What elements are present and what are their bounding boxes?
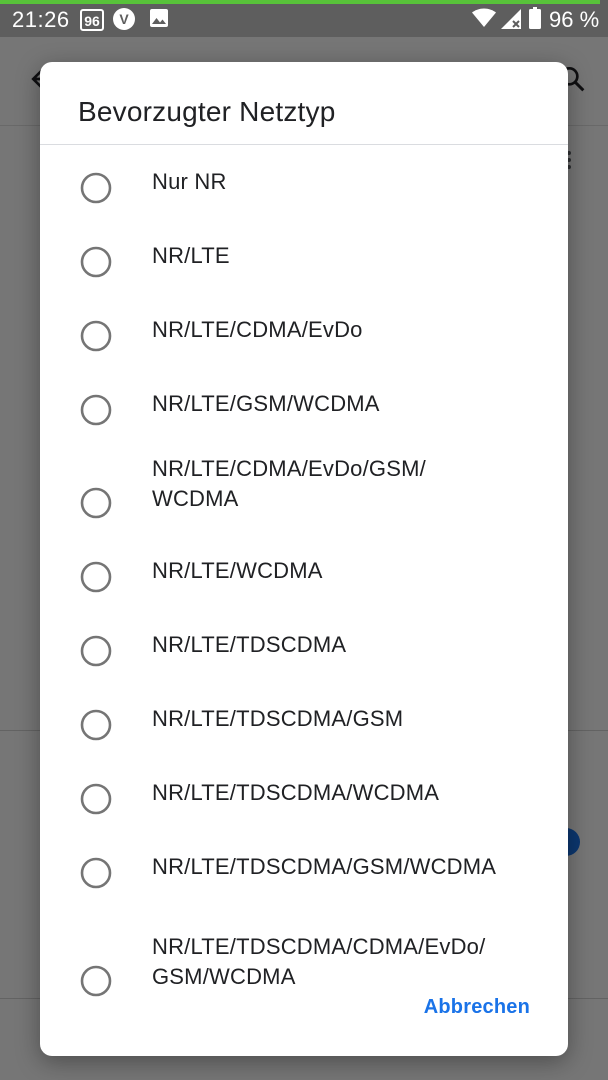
option-label: NR/LTE/CDMA/EvDo/GSM/ WCDMA: [152, 456, 426, 511]
network-option-nr-lte-gsm-wcdma[interactable]: NR/LTE/GSM/WCDMA: [40, 367, 568, 441]
radio-unchecked-icon[interactable]: [80, 394, 112, 426]
radio-unchecked-icon[interactable]: [80, 561, 112, 593]
status-progress-bar: [0, 0, 600, 4]
option-label: NR/LTE/TDSCDMA/CDMA/EvDo/ GSM/WCDMA: [152, 934, 486, 989]
status-bar: 21:26 96 V 96 %: [0, 0, 608, 37]
radio-unchecked-icon[interactable]: [80, 857, 112, 889]
network-option-nr-lte-tdscdma-gsm-wcdma[interactable]: NR/LTE/TDSCDMA/GSM/WCDMA: [40, 837, 568, 911]
wifi-icon: [472, 8, 496, 28]
radio-unchecked-icon[interactable]: [80, 246, 112, 278]
network-option-nr-lte-cdma-evdo[interactable]: NR/LTE/CDMA/EvDo: [40, 293, 568, 367]
network-option-nur-nr[interactable]: Nur NR: [40, 145, 568, 219]
option-label: NR/LTE/TDSCDMA: [152, 632, 347, 657]
badge-96-icon: 96: [80, 9, 104, 31]
v-icon: V: [113, 8, 135, 30]
option-label: NR/LTE/WCDMA: [152, 558, 323, 583]
network-option-nr-lte-tdscdma-gsm[interactable]: NR/LTE/TDSCDMA/GSM: [40, 689, 568, 763]
radio-unchecked-icon[interactable]: [80, 172, 112, 204]
network-option-nr-lte-cdma-evdo-gsm-wcdma[interactable]: NR/LTE/CDMA/EvDo/GSM/ WCDMA: [40, 441, 568, 541]
radio-unchecked-icon[interactable]: [80, 487, 112, 519]
network-option-nr-lte-tdscdma[interactable]: NR/LTE/TDSCDMA: [40, 615, 568, 689]
radio-unchecked-icon[interactable]: [80, 709, 112, 741]
option-label: NR/LTE/TDSCDMA/GSM: [152, 706, 404, 731]
dialog-title: Bevorzugter Netztyp: [78, 96, 336, 127]
network-option-nr-lte[interactable]: NR/LTE: [40, 219, 568, 293]
option-label: NR/LTE/TDSCDMA/WCDMA: [152, 780, 440, 805]
option-label: NR/LTE: [152, 243, 230, 268]
radio-unchecked-icon[interactable]: [80, 965, 112, 997]
image-icon: [149, 8, 169, 28]
status-time: 21:26: [12, 7, 70, 32]
option-label: NR/LTE/GSM/WCDMA: [152, 391, 380, 416]
option-label: NR/LTE/CDMA/EvDo: [152, 317, 363, 342]
radio-unchecked-icon[interactable]: [80, 783, 112, 815]
battery-icon: [529, 7, 541, 29]
option-label: NR/LTE/TDSCDMA/GSM/WCDMA: [152, 854, 497, 879]
radio-unchecked-icon[interactable]: [80, 320, 112, 352]
network-option-nr-lte-wcdma[interactable]: NR/LTE/WCDMA: [40, 541, 568, 615]
preferred-network-type-dialog: Bevorzugter Netztyp Nur NR NR/LTE NR/LTE…: [40, 62, 568, 1056]
option-label: Nur NR: [152, 169, 227, 194]
signal-icon: [500, 8, 522, 30]
radio-unchecked-icon[interactable]: [80, 635, 112, 667]
cancel-button[interactable]: Abbrechen: [424, 996, 530, 1019]
battery-percentage: 96 %: [549, 7, 600, 32]
network-option-nr-lte-tdscdma-wcdma[interactable]: NR/LTE/TDSCDMA/WCDMA: [40, 763, 568, 837]
